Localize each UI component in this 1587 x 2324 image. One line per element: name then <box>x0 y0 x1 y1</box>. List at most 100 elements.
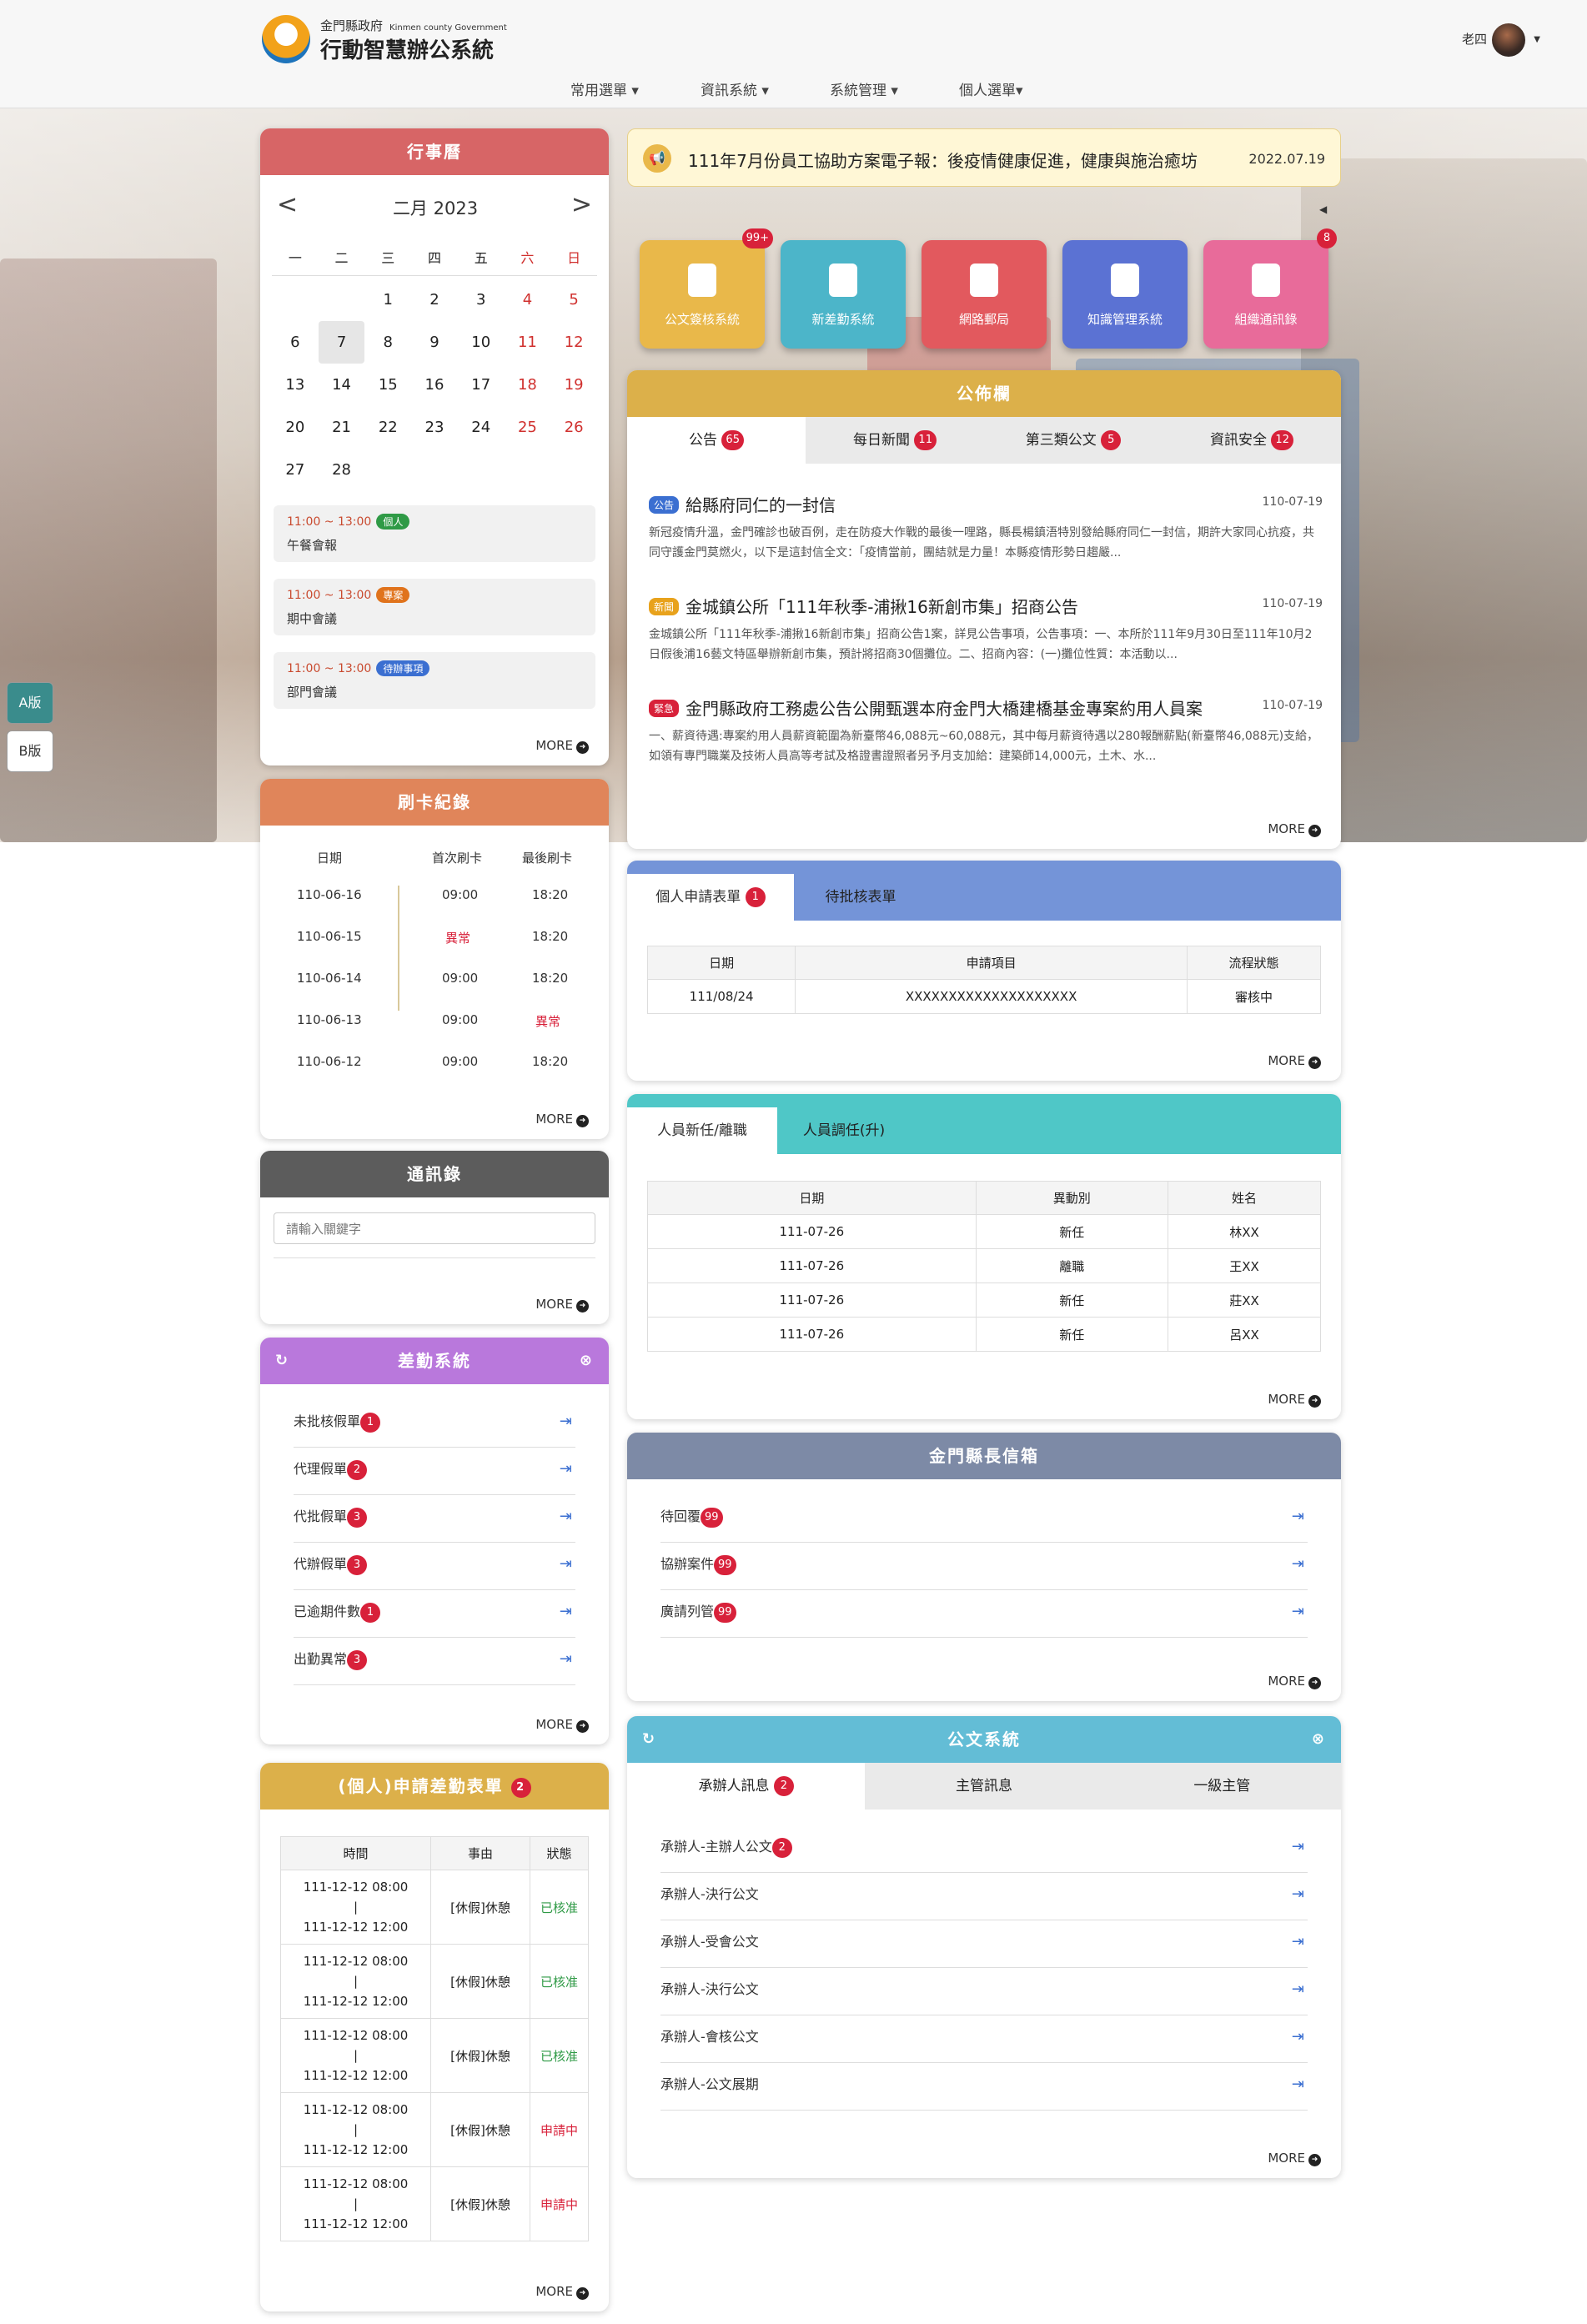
docs-item[interactable]: 承辦人-公文展期 ⇥ <box>660 2064 1308 2111</box>
attendance-item[interactable]: 出勤異常 3 ⇥ <box>294 1639 575 1685</box>
day-cell[interactable] <box>272 279 319 321</box>
tab-handler[interactable]: 承辦人訊息 2 <box>627 1763 866 1810</box>
bulletin-item[interactable]: 新聞 金城鎮公所「111年秋季-浦揪16新創市集」招商公告 110-07-19 金城鎮… <box>649 594 1323 665</box>
attendance-item[interactable]: 未批核假單 1 ⇥ <box>294 1401 575 1448</box>
close-icon[interactable]: ⊗ <box>1312 1716 1326 1763</box>
day-cell[interactable]: 16 <box>411 364 458 406</box>
tab-personal-forms[interactable]: 個人申請表單 1 <box>627 874 794 921</box>
contacts-more-link[interactable]: MORE ➜ <box>535 1297 589 1313</box>
day-cell[interactable]: 17 <box>458 364 505 406</box>
tab-supervisor[interactable]: 主管訊息 <box>865 1763 1102 1810</box>
leave-more-link[interactable]: MORE ➜ <box>535 2284 589 2300</box>
tab-third-class[interactable]: 第三類公文 5 <box>984 417 1163 464</box>
tab-pending-forms[interactable]: 待批核表單 <box>794 874 927 921</box>
tab-security[interactable]: 資訊安全 12 <box>1163 417 1341 464</box>
menu-system-admin[interactable]: 系統管理 ▾ <box>830 78 898 99</box>
day-cell[interactable]: 22 <box>364 406 411 449</box>
day-cell[interactable] <box>319 279 365 321</box>
menu-info-systems[interactable]: 資訊系統 ▾ <box>701 78 769 99</box>
day-cell[interactable]: 13 <box>272 364 319 406</box>
menu-common[interactable]: 常用選單 ▾ <box>570 78 639 99</box>
docs-item[interactable]: 承辦人-會核公文 ⇥ <box>660 2016 1308 2063</box>
docs-more-link[interactable]: MORE ➜ <box>1268 2151 1321 2166</box>
contacts-search-input[interactable]: 請輸入關鍵字 <box>274 1212 595 1244</box>
news-banner[interactable]: 📢 111年7月份員工協助方案電子報：後疫情健康促進，健康與施治癒坊 2022.… <box>627 128 1341 187</box>
day-cell[interactable]: 25 <box>505 406 551 449</box>
day-cell[interactable]: 1 <box>364 279 411 321</box>
attendance-item[interactable]: 已逾期件數 1 ⇥ <box>294 1591 575 1638</box>
day-cell[interactable]: 4 <box>505 279 551 321</box>
day-cell[interactable]: 18 <box>505 364 551 406</box>
bulletin-item[interactable]: 公告 給縣府同仁的一封信 110-07-19 新冠疫情升溫，金門確診也破百例，走在防疫… <box>649 492 1323 563</box>
event-item[interactable]: 11:00 ~ 13:00 專案 期中會議 <box>274 579 595 635</box>
version-a-button[interactable]: A版 <box>7 682 53 724</box>
tab-transfer[interactable]: 人員調任(升) <box>777 1107 911 1154</box>
tab-daily-news[interactable]: 每日新聞 11 <box>806 417 984 464</box>
leave-row[interactable]: 111-12-12 08:00 | 111-12-12 12:00 [休假]休憩 申請中 <box>280 2092 589 2167</box>
day-cell[interactable]: 27 <box>272 449 319 491</box>
docs-item[interactable]: 承辦人-主辦人公文 2 ⇥ <box>660 1826 1308 1873</box>
card-log-more-link[interactable]: MORE ➜ <box>535 1112 589 1127</box>
user-dropdown-icon[interactable]: ▼ <box>1534 35 1540 44</box>
day-cell[interactable]: 15 <box>364 364 411 406</box>
form-row[interactable]: 111/08/24 XXXXXXXXXXXXXXXXXXXX 審核中 <box>646 979 1321 1014</box>
day-cell[interactable]: 10 <box>458 321 505 364</box>
tab-chief[interactable]: 一級主管 <box>1103 1763 1341 1810</box>
app-directory[interactable]: 組織通訊錄 8 <box>1203 228 1337 349</box>
app-knowledge[interactable]: 知識管理系統 <box>1062 240 1188 349</box>
user-name[interactable]: 老四 <box>1462 30 1487 48</box>
day-cell[interactable]: 19 <box>550 364 597 406</box>
day-cell[interactable]: 11 <box>505 321 551 364</box>
day-cell[interactable]: 3 <box>458 279 505 321</box>
day-cell[interactable]: 2 <box>411 279 458 321</box>
docs-item[interactable]: 承辦人-受會公文 ⇥ <box>660 1921 1308 1968</box>
docs-item[interactable]: 承辦人-決行公文 ⇥ <box>660 1969 1308 2015</box>
bulletin-more-link[interactable]: MORE ➜ <box>1268 821 1321 837</box>
version-b-button[interactable]: B版 <box>7 730 53 772</box>
day-cell[interactable]: 12 <box>550 321 597 364</box>
mayor-item[interactable]: 廣請列管 99 ⇥ <box>660 1591 1308 1638</box>
day-cell[interactable]: 6 <box>272 321 319 364</box>
attendance-item[interactable]: 代辦假單 3 ⇥ <box>294 1543 575 1590</box>
mayor-more-link[interactable]: MORE ➜ <box>1268 1674 1321 1689</box>
tab-announcement[interactable]: 公告 65 <box>627 417 806 464</box>
event-item[interactable]: 11:00 ~ 13:00 待辦事項 部門會議 <box>274 652 595 709</box>
app-document-signing[interactable]: 公文簽核系統 99+ <box>640 228 773 349</box>
day-cell[interactable]: 9 <box>411 321 458 364</box>
docs-item[interactable]: 承辦人-決行公文 ⇥ <box>660 1874 1308 1920</box>
day-cell[interactable]: 14 <box>319 364 365 406</box>
leave-row[interactable]: 111-12-12 08:00 | 111-12-12 12:00 [休假]休憩 已核准 <box>280 2018 589 2093</box>
day-cell[interactable]: 20 <box>272 406 319 449</box>
day-cell-selected[interactable]: 7 <box>318 321 365 364</box>
mayor-item[interactable]: 待回覆 99 ⇥ <box>660 1496 1308 1543</box>
day-cell[interactable]: 24 <box>458 406 505 449</box>
day-cell[interactable]: 21 <box>319 406 365 449</box>
leave-row[interactable]: 111-12-12 08:00 | 111-12-12 12:00 [休假]休憩 已核准 <box>280 1944 589 2019</box>
day-cell[interactable]: 8 <box>364 321 411 364</box>
refresh-icon[interactable]: ↻ <box>642 1716 656 1763</box>
forms-more-link[interactable]: MORE ➜ <box>1268 1053 1321 1069</box>
personnel-more-link[interactable]: MORE ➜ <box>1268 1392 1321 1408</box>
attendance-item[interactable]: 代批假單 3 ⇥ <box>294 1496 575 1543</box>
event-item[interactable]: 11:00 ~ 13:00 個人 午餐會報 <box>274 505 595 562</box>
next-month-button[interactable]: > <box>571 190 592 219</box>
day-cell[interactable]: 5 <box>550 279 597 321</box>
day-cell[interactable]: 28 <box>319 449 365 491</box>
tab-new-leave[interactable]: 人員新任/離職 <box>627 1107 777 1154</box>
close-icon[interactable]: ⊗ <box>580 1338 594 1384</box>
avatar[interactable] <box>1492 23 1525 57</box>
day-cell[interactable]: 23 <box>411 406 458 449</box>
bulletin-item[interactable]: 緊急 金門縣政府工務處公告公開甄選本府金門大橋建橋基金專案約用人員案 110-07-… <box>649 695 1323 766</box>
attendance-more-link[interactable]: MORE ➜ <box>535 1717 589 1733</box>
day-cell[interactable]: 26 <box>550 406 597 449</box>
leave-row[interactable]: 111-12-12 08:00 | 111-12-12 12:00 [休假]休憩 申請中 <box>280 2166 589 2241</box>
attendance-item[interactable]: 代理假單 2 ⇥ <box>294 1448 575 1495</box>
menu-personal[interactable]: 個人選單▾ <box>959 78 1023 99</box>
mayor-item[interactable]: 協辦案件 99 ⇥ <box>660 1543 1308 1590</box>
calendar-more-link[interactable]: MORE ➜ <box>535 738 589 754</box>
news-text[interactable]: 111年7月份員工協助方案電子報：後疫情健康促進，健康與施治癒坊 <box>688 148 1198 172</box>
collapse-arrow-icon[interactable]: ◀ <box>1319 203 1327 215</box>
refresh-icon[interactable]: ↻ <box>275 1338 289 1384</box>
app-attendance[interactable]: 新差勤系統 <box>781 240 906 349</box>
leave-row[interactable]: 111-12-12 08:00 | 111-12-12 12:00 [休假]休憩 已核准 <box>280 1870 589 1945</box>
